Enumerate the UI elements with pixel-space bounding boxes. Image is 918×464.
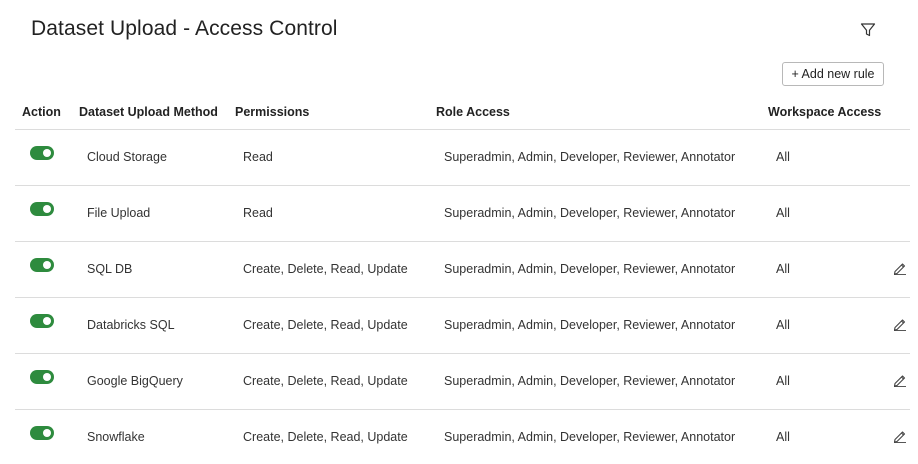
- method-cell: Cloud Storage: [87, 150, 167, 164]
- toggle-knob: [43, 373, 51, 381]
- enabled-toggle[interactable]: [30, 314, 54, 328]
- table-row: Databricks SQL Create, Delete, Read, Upd…: [15, 298, 910, 354]
- pencil-icon: [893, 375, 906, 387]
- table-row: File Upload Read Superadmin, Admin, Deve…: [15, 186, 910, 242]
- add-new-rule-button[interactable]: + Add new rule: [782, 62, 884, 86]
- workspace-access-cell: All: [776, 262, 790, 276]
- workspace-access-cell: All: [776, 374, 790, 388]
- edit-button[interactable]: [892, 428, 908, 444]
- permissions-cell: Read: [243, 206, 273, 220]
- pencil-icon: [893, 431, 906, 443]
- edit-button[interactable]: [892, 260, 908, 276]
- workspace-access-cell: All: [776, 318, 790, 332]
- enabled-toggle[interactable]: [30, 258, 54, 272]
- permissions-cell: Read: [243, 150, 273, 164]
- toggle-knob: [43, 149, 51, 157]
- enabled-toggle[interactable]: [30, 426, 54, 440]
- toggle-knob: [43, 261, 51, 269]
- pencil-icon: [893, 319, 906, 331]
- enabled-toggle[interactable]: [30, 146, 54, 160]
- method-cell: File Upload: [87, 206, 151, 220]
- workspace-access-cell: All: [776, 206, 790, 220]
- edit-button[interactable]: [892, 372, 908, 388]
- role-access-cell: Superadmin, Admin, Developer, Reviewer, …: [444, 150, 736, 164]
- toggle-knob: [43, 205, 51, 213]
- table-row: SQL DB Create, Delete, Read, Update Supe…: [15, 242, 910, 298]
- table-row: Snowflake Create, Delete, Read, Update S…: [15, 410, 910, 464]
- header-action: Action: [22, 105, 61, 119]
- role-access-cell: Superadmin, Admin, Developer, Reviewer, …: [444, 430, 736, 444]
- table-row: Cloud Storage Read Superadmin, Admin, De…: [15, 130, 910, 186]
- table-row: Google BigQuery Create, Delete, Read, Up…: [15, 354, 910, 410]
- role-access-cell: Superadmin, Admin, Developer, Reviewer, …: [444, 206, 736, 220]
- header-workspace-access: Workspace Access: [768, 105, 882, 119]
- header-permissions: Permissions: [235, 105, 310, 119]
- filter-icon: [860, 23, 876, 37]
- table-body: Cloud Storage Read Superadmin, Admin, De…: [15, 130, 910, 464]
- permissions-cell: Create, Delete, Read, Update: [243, 318, 408, 332]
- pencil-icon: [893, 263, 906, 275]
- enabled-toggle[interactable]: [30, 370, 54, 384]
- filter-button[interactable]: [858, 20, 878, 40]
- role-access-cell: Superadmin, Admin, Developer, Reviewer, …: [444, 318, 736, 332]
- enabled-toggle[interactable]: [30, 202, 54, 216]
- permissions-cell: Create, Delete, Read, Update: [243, 430, 408, 444]
- toggle-knob: [43, 317, 51, 325]
- page-title: Dataset Upload - Access Control: [31, 17, 338, 40]
- role-access-cell: Superadmin, Admin, Developer, Reviewer, …: [444, 262, 736, 276]
- header-role-access: Role Access: [436, 105, 510, 119]
- method-cell: SQL DB: [87, 262, 133, 276]
- toggle-knob: [43, 429, 51, 437]
- header-method: Dataset Upload Method: [79, 105, 218, 119]
- edit-button[interactable]: [892, 316, 908, 332]
- permissions-cell: Create, Delete, Read, Update: [243, 374, 408, 388]
- table-header: Action Dataset Upload Method Permissions…: [15, 97, 910, 130]
- workspace-access-cell: All: [776, 150, 790, 164]
- method-cell: Databricks SQL: [87, 318, 175, 332]
- access-rules-table: Action Dataset Upload Method Permissions…: [15, 97, 910, 464]
- method-cell: Snowflake: [87, 430, 145, 444]
- workspace-access-cell: All: [776, 430, 790, 444]
- access-control-page: Dataset Upload - Access Control + Add ne…: [0, 0, 918, 464]
- role-access-cell: Superadmin, Admin, Developer, Reviewer, …: [444, 374, 736, 388]
- method-cell: Google BigQuery: [87, 374, 183, 388]
- permissions-cell: Create, Delete, Read, Update: [243, 262, 408, 276]
